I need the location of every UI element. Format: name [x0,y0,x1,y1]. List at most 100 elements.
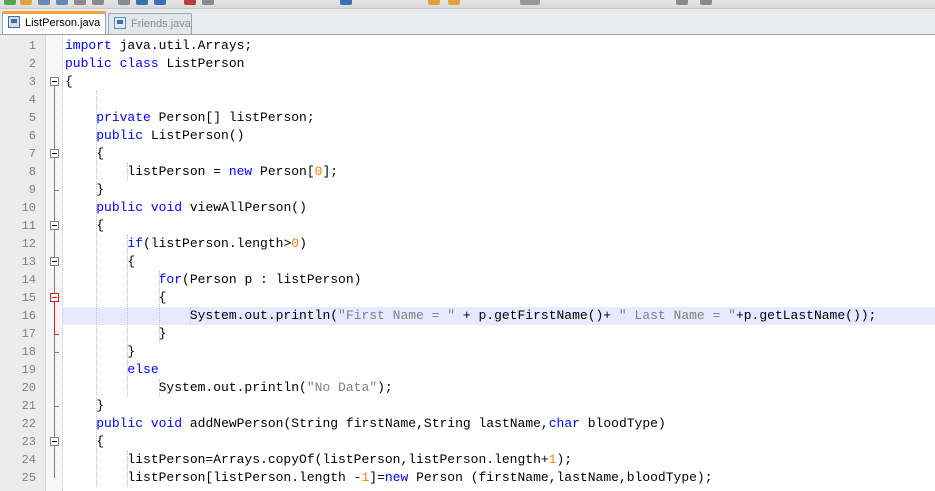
tab-bar: ListPerson.java Friends.java [0,9,935,34]
fold-toggle-icon[interactable] [50,149,59,158]
tab-friends[interactable]: Friends.java [108,13,192,34]
fold-line [54,158,55,190]
code-line[interactable]: 12 if(listPerson.length>0) [0,235,935,253]
code-text[interactable]: } [65,325,167,343]
code-text[interactable]: { [65,433,104,451]
code-line[interactable]: 14 for(Person p : listPerson) [0,271,935,289]
code-text[interactable]: { [65,217,104,235]
code-line[interactable]: 10 public void viewAllPerson() [0,199,935,217]
code-text[interactable]: public void addNewPerson(String firstNam… [65,415,666,433]
indent-guide [96,91,98,487]
toolbar-icon[interactable] [184,0,196,5]
code-text[interactable]: if(listPerson.length>0) [65,235,306,253]
line-number: 23 [21,435,36,449]
toolbar-icon[interactable] [38,0,50,5]
fold-toggle-icon[interactable] [50,221,59,230]
line-number: 16 [21,309,36,323]
code-text[interactable]: { [65,73,73,91]
code-text[interactable]: else [65,361,158,379]
code-line[interactable]: 17 } [0,325,935,343]
toolbar-icon[interactable] [154,0,166,5]
fold-toggle-icon[interactable] [50,293,59,302]
indent-guide [127,163,129,181]
code-editor[interactable]: 1 import java.util.Arrays; 2 public class L… [0,34,935,491]
fold-toggle-icon[interactable] [50,257,59,266]
code-line[interactable]: 21 } [0,397,935,415]
code-line[interactable]: 8 listPerson = new Person[0]; [0,163,935,181]
toolbar-icon[interactable] [56,0,68,5]
code-text[interactable]: { [65,145,104,163]
fold-line [54,302,55,334]
code-line[interactable]: 11 { [0,217,935,235]
fold-end [54,406,59,407]
code-line[interactable]: 1 import java.util.Arrays; [0,37,935,55]
code-line[interactable]: 9 } [0,181,935,199]
line-number: 20 [21,381,36,395]
toolbar-icon[interactable] [428,0,440,5]
toolbar-icon[interactable] [700,0,712,5]
code-text[interactable]: public class ListPerson [65,55,244,73]
code-text[interactable]: } [65,181,104,199]
toolbar-icon[interactable] [448,0,460,5]
code-line[interactable]: 23 { [0,433,935,451]
code-text[interactable]: import java.util.Arrays; [65,37,252,55]
code-text[interactable]: } [65,397,104,415]
toolbar-icon[interactable] [520,0,540,5]
toolbar-icon[interactable] [20,0,32,5]
code-line[interactable]: 19 else [0,361,935,379]
indent-guide [127,235,129,397]
code-line[interactable]: 18 } [0,343,935,361]
tab-label: Friends.java [131,18,191,30]
line-number: 19 [21,363,36,377]
toolbar-icon[interactable] [136,0,148,5]
code-line[interactable]: 6 public ListPerson() [0,127,935,145]
fold-line [54,446,55,478]
toolbar-icon[interactable] [118,0,130,5]
code-line[interactable]: 3{ [0,73,935,91]
code-line[interactable]: 24 listPerson=Arrays.copyOf(listPerson,l… [0,451,935,469]
code-line[interactable]: 20 System.out.println("No Data"); [0,379,935,397]
code-line[interactable]: 13 { [0,253,935,271]
fold-toggle-icon[interactable] [50,437,59,446]
indent-guide [158,271,160,343]
code-line[interactable]: 16 System.out.println("First Name = " + … [0,307,935,325]
code-text[interactable]: for(Person p : listPerson) [65,271,362,289]
code-line[interactable]: 4 [0,91,935,109]
toolbar-icon[interactable] [676,0,688,5]
file-icon [8,16,20,28]
tab-listperson[interactable]: ListPerson.java [2,11,106,34]
code-line[interactable]: 2 public class ListPerson [0,55,935,73]
fold-toggle-icon[interactable] [50,77,59,86]
toolbar-icon[interactable] [74,0,86,5]
line-number: 8 [28,165,36,179]
line-number: 5 [28,111,36,125]
code-text[interactable]: public ListPerson() [65,127,244,145]
code-text[interactable]: { [65,289,167,307]
code-text[interactable]: listPerson = new Person[0]; [65,163,338,181]
code-text[interactable]: listPerson=Arrays.copyOf(listPerson,list… [65,451,572,469]
code-text[interactable]: } [65,343,135,361]
code-text[interactable]: System.out.println("First Name = " + p.g… [65,307,877,325]
line-number: 25 [21,471,36,485]
code-text[interactable]: listPerson[listPerson.length -1]=new Per… [65,469,712,487]
code-line[interactable]: 15 { [0,289,935,307]
code-line[interactable]: 25 listPerson[listPerson.length -1]=new … [0,469,935,487]
line-number: 15 [21,291,36,305]
code-line[interactable]: 5 private Person[] listPerson; [0,109,935,127]
code-text[interactable]: public void viewAllPerson() [65,199,307,217]
code-line[interactable]: 7 { [0,145,935,163]
code-text[interactable]: { [65,253,135,271]
toolbar-icon[interactable] [340,0,352,5]
line-number: 18 [21,345,36,359]
toolbar-icon[interactable] [92,0,104,5]
code-text[interactable]: private Person[] listPerson; [65,109,314,127]
fold-end [54,190,59,191]
line-number: 21 [21,399,36,413]
line-number: 3 [28,75,36,89]
line-number: 4 [28,93,36,107]
toolbar-icon[interactable] [202,0,214,5]
code-line[interactable]: 22 public void addNewPerson(String first… [0,415,935,433]
code-text[interactable]: System.out.println("No Data"); [65,379,393,397]
toolbar-icon[interactable] [4,0,16,5]
line-number: 10 [21,201,36,215]
